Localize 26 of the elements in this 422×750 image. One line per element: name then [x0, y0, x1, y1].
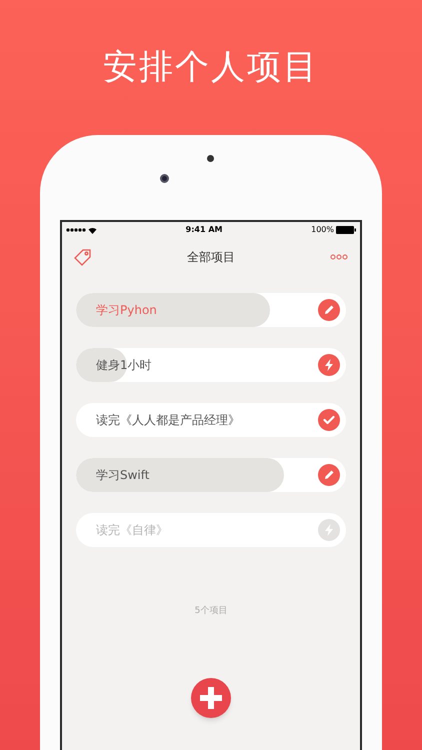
project-row[interactable]: 学习Swift	[76, 458, 346, 492]
camera	[160, 174, 169, 183]
signal-icon	[66, 228, 86, 232]
battery-icon	[336, 226, 356, 234]
tag-icon[interactable]	[74, 248, 92, 266]
pencil-icon[interactable]	[318, 464, 340, 486]
project-title: 健身1小时	[95, 357, 152, 374]
project-row[interactable]: 健身1小时	[76, 348, 346, 382]
project-title: 读完《自律》	[95, 522, 168, 539]
project-title: 学习Swift	[95, 467, 150, 484]
headline: 安排个人项目	[103, 46, 319, 89]
wifi-icon	[88, 226, 97, 234]
project-title: 学习Pyhon	[95, 302, 157, 319]
plus-icon	[200, 686, 222, 708]
speaker	[207, 155, 214, 162]
add-button[interactable]	[191, 678, 231, 718]
project-title: 读完《人人都是产品经理》	[95, 412, 240, 429]
project-row[interactable]: 读完《人人都是产品经理》	[76, 403, 346, 437]
checkmark-icon[interactable]	[318, 409, 340, 431]
battery-percent: 100%	[311, 224, 334, 236]
status-time: 9:41 AM	[186, 224, 222, 236]
lightning-icon[interactable]	[318, 354, 340, 376]
pencil-icon[interactable]	[318, 299, 340, 321]
nav-title: 全部项目	[187, 249, 235, 266]
project-count: 5个项目	[194, 605, 228, 618]
more-icon[interactable]	[330, 254, 348, 260]
